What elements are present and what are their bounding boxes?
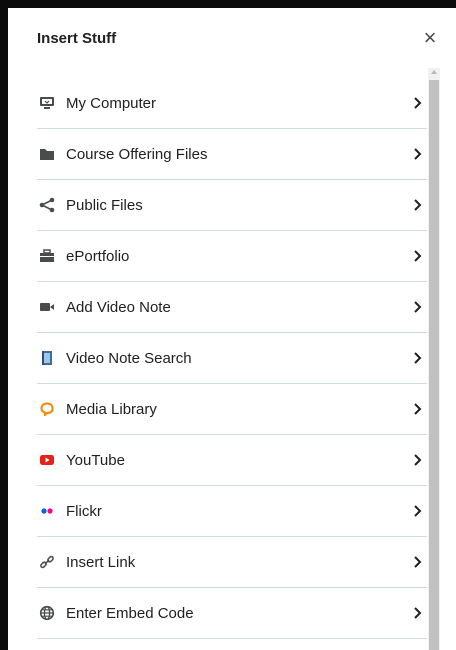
scrollbar[interactable] [428,68,440,650]
list-item-label: Add Video Note [66,298,171,316]
list-item-eportfolio[interactable]: ePortfolio [37,231,427,282]
chevron-right-icon [411,95,425,111]
scroll-up-arrow-icon[interactable] [431,70,437,74]
list-item-label: ePortfolio [66,247,130,265]
folder-icon [38,145,56,163]
list-item-youtube[interactable]: YouTube [37,435,427,486]
list-item-flickr[interactable]: Flickr [37,486,427,537]
globe-icon [38,604,56,622]
link-icon [38,553,56,571]
list-item-video-note-search[interactable]: Video Note Search [37,333,427,384]
list-item-media-library[interactable]: Media Library [37,384,427,435]
insert-stuff-dialog: Insert Stuff × My Computer Course Offeri… [8,8,456,650]
chevron-right-icon [411,605,425,621]
backdrop [0,0,456,8]
video-note-search-icon [38,349,56,367]
source-list: My Computer Course Offering Files Public… [37,78,427,639]
list-item-label: Public Files [66,196,143,214]
list-item-label: My Computer [66,94,157,112]
video-camera-icon [38,298,56,316]
close-button[interactable]: × [420,27,440,49]
flickr-icon [38,502,56,520]
share-icon [38,196,56,214]
chevron-right-icon [411,452,425,468]
close-icon: × [423,25,437,50]
list-item-add-video-note[interactable]: Add Video Note [37,282,427,333]
media-library-icon [38,400,56,418]
chevron-right-icon [411,299,425,315]
dialog-header: Insert Stuff × [8,8,456,66]
list-item-label: Flickr [66,502,102,520]
list-item-label: Enter Embed Code [66,604,194,622]
dialog-title: Insert Stuff [37,30,117,47]
list-item-label: Video Note Search [66,349,192,367]
list-item-enter-embed-code[interactable]: Enter Embed Code [37,588,427,639]
youtube-icon [38,451,56,469]
list-item-my-computer[interactable]: My Computer [37,78,427,129]
list-item-label: Course Offering Files [66,145,208,163]
chevron-right-icon [411,197,425,213]
chevron-right-icon [411,146,425,162]
list-item-label: Insert Link [66,553,136,571]
list-item-label: Media Library [66,400,157,418]
list-item-public-files[interactable]: Public Files [37,180,427,231]
list-item-insert-link[interactable]: Insert Link [37,537,427,588]
chevron-right-icon [411,401,425,417]
scrollbar-thumb[interactable] [429,80,439,650]
chevron-right-icon [411,248,425,264]
list-item-label: YouTube [66,451,125,469]
list-item-course-offering-files[interactable]: Course Offering Files [37,129,427,180]
backdrop-edge [0,0,8,650]
chevron-right-icon [411,350,425,366]
briefcase-icon [38,247,56,265]
chevron-right-icon [411,503,425,519]
computer-icon [38,94,56,112]
source-list-area: My Computer Course Offering Files Public… [8,66,456,650]
chevron-right-icon [411,554,425,570]
